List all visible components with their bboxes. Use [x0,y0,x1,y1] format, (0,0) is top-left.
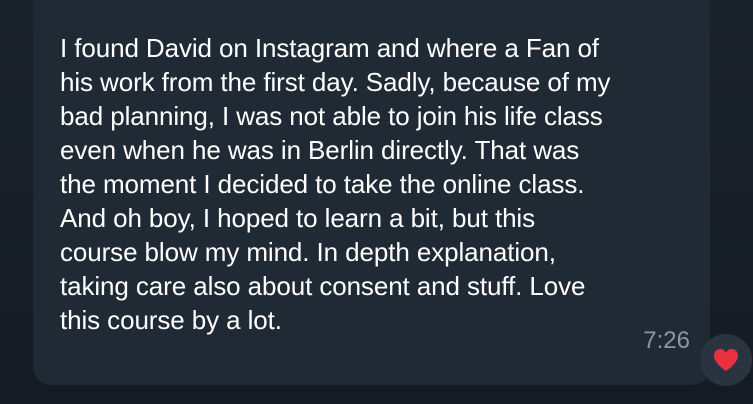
message-timestamp: 7:26 [643,327,690,354]
message-bubble[interactable]: I found David on Instagram and where a F… [33,0,710,385]
message-text: I found David on Instagram and where a F… [60,33,611,335]
heart-reaction[interactable] [700,334,752,386]
heart-icon [714,349,738,371]
